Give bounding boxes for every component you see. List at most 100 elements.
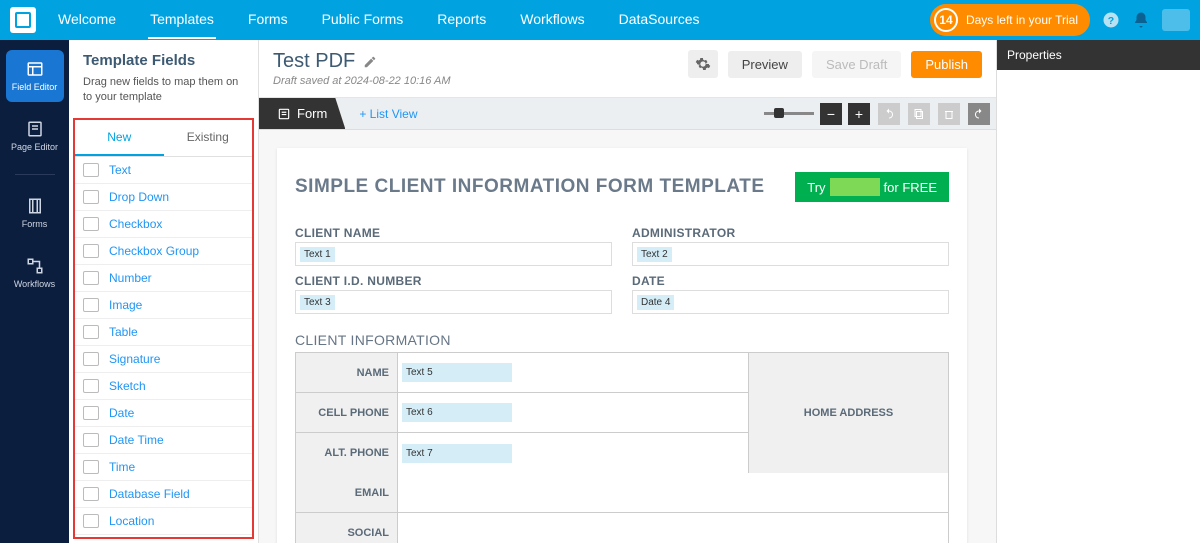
info-cell[interactable] xyxy=(398,473,948,512)
text-field[interactable]: Text 7 xyxy=(402,444,512,463)
save-draft-button[interactable]: Save Draft xyxy=(812,51,901,78)
nav-workflows[interactable]: Workflows xyxy=(518,1,586,39)
form-tab[interactable]: Form xyxy=(259,98,345,129)
field-editor-icon xyxy=(24,60,46,78)
redo-button[interactable] xyxy=(968,103,990,125)
canvas-area: Test PDF Draft saved at 2024-08-22 10:16… xyxy=(259,40,996,543)
info-label: CELL PHONE xyxy=(296,393,398,432)
field-cell[interactable]: Text 2 xyxy=(632,242,949,266)
undo-button[interactable] xyxy=(878,103,900,125)
info-cell[interactable]: Text 5 xyxy=(398,353,748,392)
page-title: SIMPLE CLIENT INFORMATION FORM TEMPLATE xyxy=(295,176,765,198)
info-cell[interactable]: Text 7 xyxy=(398,433,748,473)
field-type-label: Date xyxy=(109,406,134,420)
trial-pill[interactable]: 14 Days left in your Trial xyxy=(930,4,1090,36)
settings-button[interactable] xyxy=(688,50,718,78)
nav-reports[interactable]: Reports xyxy=(435,1,488,39)
field-list: Text Drop Down CheckboxCheckbox GroupNumbe… xyxy=(75,157,252,539)
rail-field-editor[interactable]: Field Editor xyxy=(6,50,64,102)
text-field[interactable]: Text 6 xyxy=(402,403,512,422)
main-nav: Welcome Templates Forms Public Forms Rep… xyxy=(56,1,702,39)
gear-icon xyxy=(695,56,711,72)
copy-button[interactable] xyxy=(908,103,930,125)
field-type-icon xyxy=(83,352,99,366)
field-cell[interactable]: Date 4 xyxy=(632,290,949,314)
home-address-cell[interactable]: HOME ADDRESS xyxy=(748,353,948,473)
field-type-date[interactable]: Date xyxy=(75,400,252,427)
field-cell[interactable]: Text 3 xyxy=(295,290,612,314)
info-label: NAME xyxy=(296,353,398,392)
nav-public-forms[interactable]: Public Forms xyxy=(320,1,406,39)
form-icon xyxy=(277,107,291,121)
field-type-drop-down[interactable]: Drop Down xyxy=(75,184,252,211)
canvas-toolbar: Form + List View − + xyxy=(259,98,996,130)
try-free-banner[interactable]: Try for FREE xyxy=(795,172,949,202)
zoom-slider[interactable] xyxy=(764,112,814,115)
preview-button[interactable]: Preview xyxy=(728,51,802,78)
field-label: ADMINISTRATOR xyxy=(632,226,949,240)
field-type-icon xyxy=(83,514,99,528)
rail-page-editor[interactable]: Page Editor xyxy=(6,110,64,162)
field-type-checkbox-group[interactable]: Checkbox Group xyxy=(75,238,252,265)
rail-label: Field Editor xyxy=(12,82,58,92)
publish-button[interactable]: Publish xyxy=(911,51,982,78)
canvas-scroll[interactable]: SIMPLE CLIENT INFORMATION FORM TEMPLATE … xyxy=(259,130,996,543)
text-field[interactable]: Text 2 xyxy=(637,247,672,262)
rail-label: Page Editor xyxy=(11,142,58,152)
help-icon[interactable]: ? xyxy=(1102,11,1120,29)
field-type-time[interactable]: Time xyxy=(75,454,252,481)
workflows-icon xyxy=(24,257,46,275)
field-type-sketch[interactable]: Sketch xyxy=(75,373,252,400)
field-type-text[interactable]: Text xyxy=(75,157,252,184)
nav-templates[interactable]: Templates xyxy=(148,1,216,39)
text-field[interactable]: Text 3 xyxy=(300,295,335,310)
delete-button[interactable] xyxy=(938,103,960,125)
field-type-icon xyxy=(83,298,99,312)
field-type-label: Location xyxy=(109,514,154,528)
section-title: CLIENT INFORMATION xyxy=(295,332,949,348)
info-cell[interactable] xyxy=(398,513,948,543)
nav-datasources[interactable]: DataSources xyxy=(617,1,702,39)
app-logo[interactable] xyxy=(10,7,36,33)
bell-icon[interactable] xyxy=(1132,11,1150,29)
field-type-location[interactable]: Location xyxy=(75,508,252,535)
field-type-checkbox[interactable]: Checkbox xyxy=(75,211,252,238)
field-type-icon xyxy=(83,271,99,285)
user-avatar[interactable] xyxy=(1162,9,1190,31)
info-cell[interactable]: Text 6 xyxy=(398,393,748,432)
form-tab-label: Form xyxy=(297,106,327,121)
info-label: SOCIAL xyxy=(296,513,398,543)
field-type-database-field[interactable]: Database Field xyxy=(75,481,252,508)
field-type-label: Drop Down xyxy=(109,190,169,204)
text-field[interactable]: Date 4 xyxy=(637,295,674,310)
tab-new[interactable]: New xyxy=(75,120,164,156)
add-list-view[interactable]: + List View xyxy=(359,107,417,121)
field-type-number[interactable]: Number xyxy=(75,265,252,292)
field-cell[interactable]: Text 1 xyxy=(295,242,612,266)
field-type-icon xyxy=(83,460,99,474)
field-type-table[interactable]: Table xyxy=(75,319,252,346)
document-header: Test PDF Draft saved at 2024-08-22 10:16… xyxy=(259,40,996,98)
field-type-icon xyxy=(83,379,99,393)
field-type-label: Text xyxy=(109,163,131,177)
rail-workflows[interactable]: Workflows xyxy=(6,247,64,299)
zoom-in-button[interactable]: + xyxy=(848,103,870,125)
info-label: ALT. PHONE xyxy=(296,433,398,473)
rail-forms[interactable]: Forms xyxy=(6,187,64,239)
field-type-date-time[interactable]: Date Time xyxy=(75,427,252,454)
client-info-table: NAME Text 5 CELL PHONE Text 6 ALT. PHONE… xyxy=(295,352,949,543)
field-type-icon xyxy=(83,325,99,339)
nav-forms[interactable]: Forms xyxy=(246,1,290,39)
field-type-image[interactable]: Image xyxy=(75,292,252,319)
zoom-out-button[interactable]: − xyxy=(820,103,842,125)
field-type-label: Table xyxy=(109,325,138,339)
free-label: for FREE xyxy=(884,180,937,195)
text-field[interactable]: Text 1 xyxy=(300,247,335,262)
fields-panel: Template Fields Drag new fields to map t… xyxy=(69,40,259,543)
text-field[interactable]: Text 5 xyxy=(402,363,512,382)
document-saved-text: Draft saved at 2024-08-22 10:16 AM xyxy=(273,75,688,87)
tab-existing[interactable]: Existing xyxy=(164,120,253,156)
edit-title-icon[interactable] xyxy=(363,55,377,69)
field-type-signature[interactable]: Signature xyxy=(75,346,252,373)
nav-welcome[interactable]: Welcome xyxy=(56,1,118,39)
